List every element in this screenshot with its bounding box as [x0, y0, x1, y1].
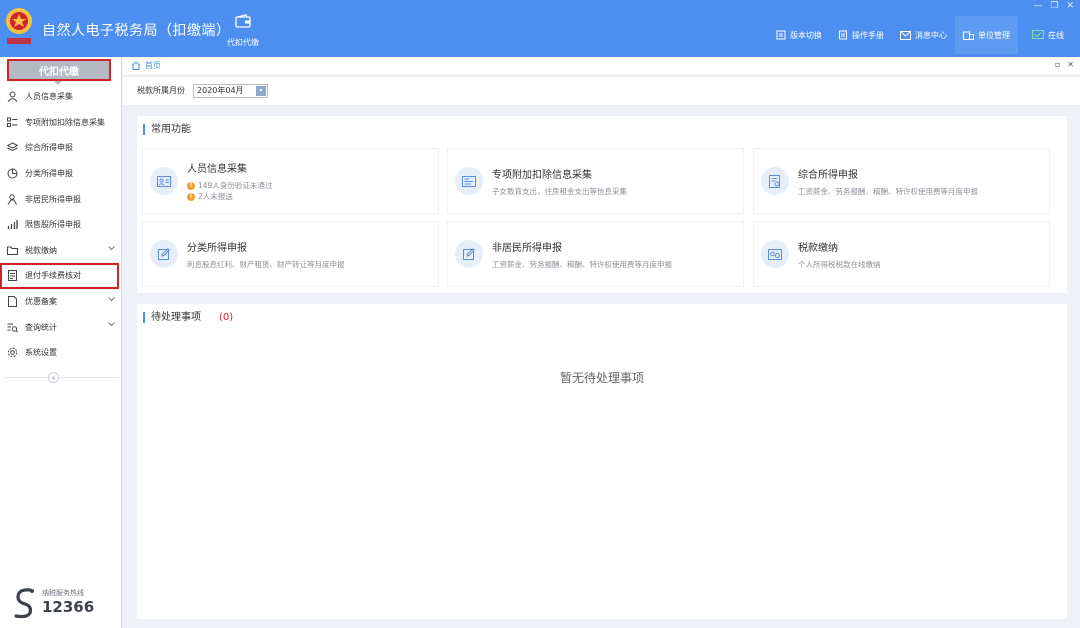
month-filter-bar: 税款所属月份 2020年04月 ▾: [123, 77, 1080, 105]
sidebar-item-restricted-shares[interactable]: 限售股所得申报: [0, 212, 121, 238]
app-header: 自然人电子税务局（扣缴端） 代扣代缴 — ❐ ✕ 版本切换 操作手册 消息中心 …: [0, 0, 1080, 57]
card-title: 非居民所得申报: [492, 242, 562, 254]
pending-count: (0): [219, 312, 234, 323]
folder-icon: [6, 244, 18, 256]
sidebar-divider: [4, 377, 120, 378]
mail-icon: [900, 30, 911, 40]
card-nonresident-income[interactable]: 非居民所得申报 工资薪金、劳务报酬、稿酬、特许权使用费等月度申报: [447, 221, 744, 287]
pending-title: 待处理事项 (0): [143, 312, 233, 323]
unit-management-button[interactable]: 单位管理: [955, 16, 1018, 54]
payment-icon: [761, 240, 789, 268]
sidebar: 代扣代缴 人员信息采集 专项附加扣除信息采集 综合所得申报 分类所得申报 非居民…: [0, 57, 122, 628]
card-title: 综合所得申报: [798, 169, 858, 181]
collapse-sidebar-button[interactable]: «: [48, 372, 59, 383]
version-switch-button[interactable]: 版本切换: [768, 16, 830, 54]
warning-icon: !: [187, 181, 195, 190]
sidebar-menu: 人员信息采集 专项附加扣除信息采集 综合所得申报 分类所得申报 非居民所得申报 …: [0, 84, 121, 366]
user-icon: [6, 91, 18, 103]
sidebar-item-tax-payment[interactable]: 税款缴纳: [0, 238, 121, 264]
report-icon: [761, 167, 789, 195]
sidebar-item-nonresident-income[interactable]: 非居民所得申报: [0, 186, 121, 212]
card-desc: 子女教育支出，住房租金支出等信息采集: [492, 186, 627, 196]
card-desc: 工资薪金、劳务报酬、稿酬、特许权使用费等月度申报: [798, 186, 978, 196]
warning-line: ! 2人未报送: [187, 191, 272, 202]
edit-icon: [455, 240, 483, 268]
tab-withholding-label: 代扣代缴: [227, 38, 259, 47]
bar-chart-icon: [6, 219, 18, 231]
service-hotline: 纳税服务热线 12366: [10, 587, 110, 621]
search-list-icon: [6, 321, 18, 333]
home-icon: [131, 61, 141, 70]
manual-icon: [839, 30, 847, 40]
minimize-icon[interactable]: —: [1033, 1, 1042, 11]
close-tab-icon[interactable]: ✕: [1067, 60, 1074, 69]
pie-icon: [6, 168, 18, 180]
warning-icon: !: [187, 192, 195, 201]
sidebar-item-query-statistics[interactable]: 查询统计: [0, 314, 121, 340]
card-title: 专项附加扣除信息采集: [492, 169, 592, 181]
common-functions-title: 常用功能: [143, 124, 191, 135]
card-special-deduction[interactable]: 专项附加扣除信息采集 子女教育支出，住房租金支出等信息采集: [447, 148, 744, 214]
warning-line: ! 149人身份验证未通过: [187, 180, 272, 191]
pending-items-panel: 待处理事项 (0) 暂无待处理事项: [137, 304, 1067, 619]
sidebar-item-special-deduction[interactable]: 专项附加扣除信息采集: [0, 110, 121, 136]
building-icon: [963, 31, 974, 40]
hotline-icon: [14, 588, 34, 619]
tab-home[interactable]: 首页: [131, 60, 161, 71]
sidebar-item-personnel-info[interactable]: 人员信息采集: [0, 84, 121, 110]
card-comprehensive-income[interactable]: 综合所得申报 工资薪金、劳务报酬、稿酬、特许权使用费等月度申报: [753, 148, 1050, 214]
card-tax-payment[interactable]: 税款缴纳 个人所得税税款在线缴纳: [753, 221, 1050, 287]
switch-icon: [776, 30, 786, 40]
chevron-down-icon: [108, 296, 115, 301]
card-desc: 个人所得税税款在线缴纳: [798, 259, 881, 269]
hotline-caption: 纳税服务热线: [42, 589, 84, 597]
card-title: 人员信息采集: [187, 164, 247, 175]
sidebar-header[interactable]: 代扣代缴: [7, 59, 111, 81]
sidebar-item-preferential-filing[interactable]: 优惠备案: [0, 289, 121, 315]
online-status-button[interactable]: 在线: [1018, 16, 1072, 54]
doc-icon: [6, 270, 18, 282]
sidebar-item-classified-income[interactable]: 分类所得申报: [0, 161, 121, 187]
window-controls: — ❐ ✕: [1033, 1, 1074, 11]
app-title: 自然人电子税务局（扣缴端）: [42, 23, 231, 39]
hotline-number: 12366: [42, 598, 95, 616]
restore-icon[interactable]: ❐: [1050, 1, 1058, 11]
manual-button[interactable]: 操作手册: [830, 16, 892, 54]
card-personnel-info[interactable]: 人员信息采集 ! 149人身份验证未通过 ! 2人未报送: [142, 148, 439, 214]
sidebar-item-comprehensive-income[interactable]: 综合所得申报: [0, 135, 121, 161]
card-desc: 工资薪金、劳务报酬、稿酬、特许权使用费等月度申报: [492, 259, 672, 269]
dropdown-icon[interactable]: ▾: [256, 86, 266, 96]
month-filter-label: 税款所属月份: [137, 86, 185, 95]
person-icon: [6, 193, 18, 205]
message-center-button[interactable]: 消息中心: [892, 16, 955, 54]
layers-icon: [6, 142, 18, 154]
tab-withholding[interactable]: 代扣代缴: [219, 14, 267, 48]
edit-icon: [150, 240, 178, 268]
wallet-icon: [235, 14, 251, 28]
gear-icon: [6, 347, 18, 359]
chevron-down-icon: [108, 322, 115, 327]
sidebar-item-refund-fee-check[interactable]: 退付手续费核对: [0, 263, 119, 289]
top-toolbar: 版本切换 操作手册 消息中心 单位管理 在线: [768, 16, 1072, 54]
close-icon[interactable]: ✕: [1066, 1, 1074, 11]
card-classified-income[interactable]: 分类所得申报 利息股息红利、财产租赁、财产转让等月度申报: [142, 221, 439, 287]
common-functions-panel: 常用功能 人员信息采集 ! 149人身份验证未通过 ! 2人未报送 专项附加扣除信息…: [137, 116, 1067, 293]
list-icon: [6, 116, 18, 128]
id-card-icon: [455, 167, 483, 195]
chevron-down-icon: [108, 245, 115, 250]
month-select[interactable]: 2020年04月 ▾: [193, 84, 268, 98]
tax-emblem-icon: [6, 8, 32, 44]
tab-controls: ▫ ✕: [1055, 60, 1074, 69]
card-title: 分类所得申报: [187, 242, 247, 254]
card-desc: 利息股息红利、财产租赁、财产转让等月度申报: [187, 259, 345, 269]
restore-tab-icon[interactable]: ▫: [1055, 60, 1060, 69]
card-title: 税款缴纳: [798, 242, 838, 254]
monitor-icon: [1032, 29, 1044, 39]
tab-bar: 首页 ▫ ✕: [123, 57, 1080, 76]
sidebar-item-system-settings[interactable]: 系统设置: [0, 340, 121, 366]
id-card-icon: [150, 167, 178, 195]
pending-empty-message: 暂无待处理事项: [559, 371, 644, 385]
file-icon: [6, 296, 18, 308]
